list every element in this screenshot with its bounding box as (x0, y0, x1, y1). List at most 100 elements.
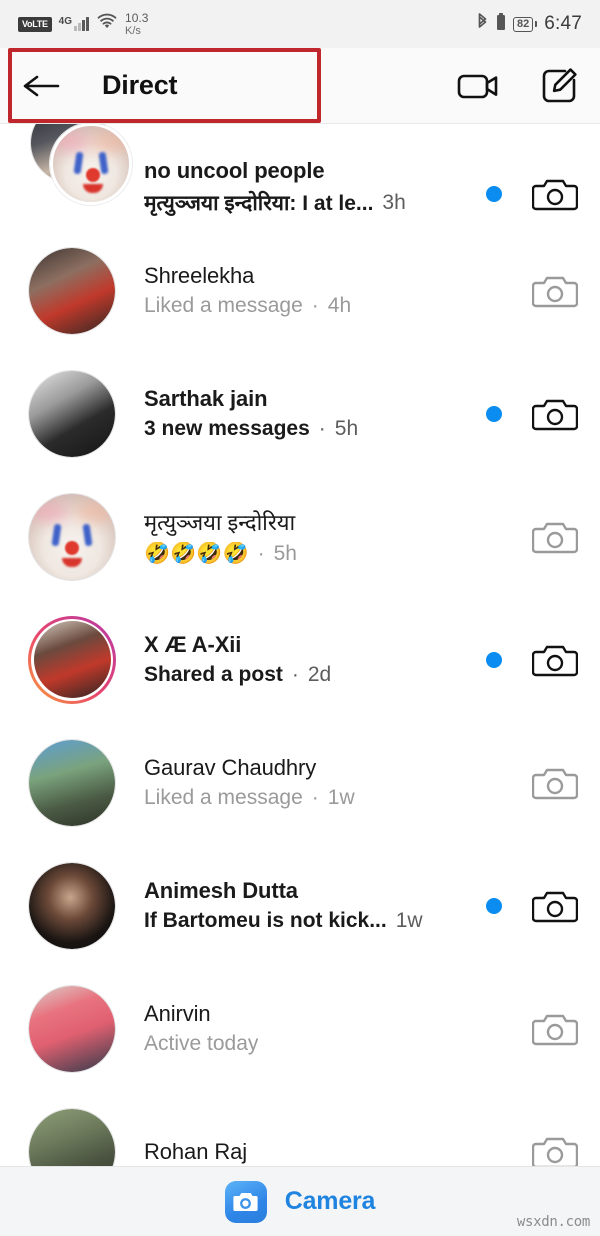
conversation-text: Shreelekha Liked a message · 4h (124, 263, 486, 318)
avatar-image (29, 862, 115, 949)
conversation-name: Gaurav Chaudhry (144, 755, 317, 780)
conversation-separator: · (291, 663, 299, 686)
conversation-separator: · (311, 294, 319, 317)
avatar-image (29, 247, 115, 334)
conversation-status (486, 1006, 578, 1052)
group-avatar-front (50, 124, 132, 205)
battery-percent-badge: 82 (512, 16, 534, 32)
conversation-preview-line: 3 new messages · 5h (144, 417, 486, 441)
conversation-row[interactable]: Animesh Dutta If Bartomeu is not kick...… (0, 844, 600, 967)
conversation-preview-line: Liked a message · 1w (144, 786, 486, 810)
conversation-preview-line: मृत्युञ्जया इन्दोरिया: I at le... 3h (144, 189, 486, 217)
watermark: wsxdn.com (516, 1214, 590, 1230)
conversation-text: Rohan Raj (124, 1139, 486, 1165)
conversation-name: Rohan Raj (144, 1138, 248, 1164)
conversation-time: 1w (327, 786, 355, 809)
camera-icon[interactable] (532, 760, 578, 806)
clock: 6:47 (544, 13, 582, 34)
camera-icon[interactable] (532, 268, 578, 314)
bottom-camera-bar[interactable]: Camera (0, 1166, 600, 1236)
conversation-preview-line: Liked a message · 4h (144, 294, 486, 318)
camera-icon[interactable] (532, 171, 578, 217)
unread-dot (486, 186, 502, 202)
conversation-preview-line: If Bartomeu is not kick... 1w (144, 909, 486, 933)
conversation-preview: Shared a post (144, 663, 283, 686)
avatar-image (29, 493, 115, 580)
conversation-text: Sarthak jain 3 new messages · 5h (124, 386, 486, 441)
conversation-list[interactable]: no uncool people मृत्युञ्जया इन्दोरिया: … (0, 124, 600, 1236)
unread-dot (486, 651, 502, 668)
conversation-row[interactable]: Gaurav Chaudhry Liked a message · 1w (0, 721, 600, 844)
conversation-status (486, 171, 578, 217)
avatar[interactable] (20, 124, 132, 217)
conversation-text: Gaurav Chaudhry Liked a message · 1w (124, 755, 486, 810)
conversation-text: मृत्युञ्जया इन्दोरिया 🤣🤣🤣🤣 · 5h (124, 507, 486, 566)
camera-icon[interactable] (532, 637, 578, 683)
conversation-time: 2d (307, 663, 332, 686)
conversation-text: Animesh Dutta If Bartomeu is not kick...… (124, 878, 486, 933)
conversation-status (486, 514, 578, 560)
conversation-row[interactable]: Anirvin Active today (0, 967, 600, 1090)
avatar-image (29, 985, 115, 1072)
avatar[interactable] (20, 246, 124, 335)
unread-dot (486, 405, 502, 422)
conversation-text: no uncool people मृत्युञ्जया इन्दोरिया: … (124, 158, 486, 217)
conversation-name: X Æ A-Xii (144, 632, 242, 657)
conversation-separator: · (318, 417, 326, 440)
battery-small-icon (496, 12, 506, 36)
conversation-preview: Active today (144, 1032, 259, 1055)
data-rate-value: 10.3 (125, 10, 149, 25)
data-rate-unit: K/s (125, 24, 141, 37)
avatar[interactable] (20, 984, 124, 1073)
conversation-time: 3h (382, 191, 406, 214)
wifi-icon (96, 13, 118, 35)
conversation-preview-line: Shared a post · 2d (144, 663, 486, 687)
page-title: Direct (102, 70, 178, 100)
back-arrow-icon[interactable] (20, 70, 62, 102)
conversation-row[interactable]: X Æ A-Xii Shared a post · 2d (0, 598, 600, 721)
avatar[interactable] (20, 738, 124, 827)
bluetooth-icon (476, 12, 489, 37)
story-ring[interactable] (28, 615, 116, 704)
status-bar: VoLTE 4G 10.3 K/s 82 6:47 (0, 0, 600, 48)
compose-pencil-icon[interactable] (538, 65, 580, 107)
camera-icon[interactable] (532, 1006, 578, 1052)
conversation-time: 4h (327, 294, 352, 317)
avatar-image (29, 370, 115, 457)
conversation-preview: Liked a message (144, 294, 303, 317)
avatar-image (33, 621, 111, 698)
conversation-preview: Liked a message (144, 786, 303, 809)
camera-icon[interactable] (532, 391, 578, 437)
conversation-preview: 3 new messages (144, 417, 310, 440)
conversation-status (486, 883, 578, 929)
status-bar-left: VoLTE 4G 10.3 K/s (18, 12, 148, 37)
conversation-status (486, 637, 578, 683)
avatar[interactable] (20, 861, 124, 950)
conversation-separator: · (311, 786, 319, 809)
camera-icon[interactable] (532, 883, 578, 929)
conversation-separator: · (257, 542, 265, 565)
video-camera-icon[interactable] (456, 68, 504, 104)
camera-button-label[interactable]: Camera (285, 1187, 376, 1216)
camera-icon[interactable] (224, 1180, 267, 1223)
conversation-name: मृत्युञ्जया इन्दोरिया (144, 510, 296, 535)
conversation-row[interactable]: Shreelekha Liked a message · 4h (0, 229, 600, 352)
conversation-text: X Æ A-Xii Shared a post · 2d (124, 632, 486, 687)
conversation-name: Sarthak jain (144, 386, 268, 411)
avatar[interactable] (20, 615, 124, 704)
conversation-preview-line: 🤣🤣🤣🤣 · 5h (144, 542, 486, 566)
camera-icon[interactable] (532, 514, 578, 560)
volte-badge: VoLTE (18, 16, 52, 32)
conversation-row[interactable]: Sarthak jain 3 new messages · 5h (0, 352, 600, 475)
avatar-image (29, 739, 115, 826)
avatar[interactable] (20, 369, 124, 458)
signal-bars-icon: 4G (59, 17, 90, 31)
conversation-preview: 🤣🤣🤣🤣 (144, 542, 249, 565)
avatar[interactable] (20, 492, 124, 581)
conversation-row[interactable]: no uncool people मृत्युञ्जया इन्दोरिया: … (0, 124, 600, 229)
header-actions (456, 65, 580, 107)
conversation-name: Animesh Dutta (144, 878, 298, 903)
group-avatar (20, 124, 132, 217)
conversation-row[interactable]: मृत्युञ्जया इन्दोरिया 🤣🤣🤣🤣 · 5h (0, 475, 600, 598)
conversation-status (486, 760, 578, 806)
